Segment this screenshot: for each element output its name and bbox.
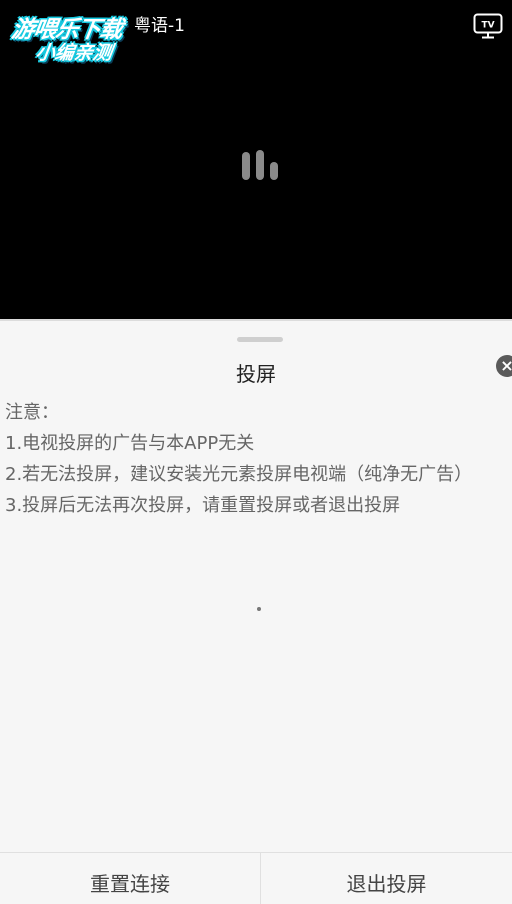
loading-bars-icon xyxy=(242,150,278,180)
action-bar: 重置连接 退出投屏 xyxy=(0,852,512,904)
watermark-logo: 游喂乐下载 小编亲测 xyxy=(8,10,158,68)
close-icon[interactable]: × xyxy=(496,355,512,377)
note-item: 1.电视投屏的广告与本APP无关 xyxy=(5,433,255,454)
video-player[interactable]: 粤语-1 游喂乐下载 小编亲测 TV xyxy=(0,0,512,319)
screen: 粤语-1 游喂乐下载 小编亲测 TV 投屏 × 注意： 1.电视投屏的广告与本A… xyxy=(0,0,512,904)
loading-dot-icon xyxy=(257,607,261,611)
reset-connection-button[interactable]: 重置连接 xyxy=(0,853,260,904)
note-item: 3.投屏后无法再次投屏，请重置投屏或者退出投屏 xyxy=(5,495,401,516)
cast-sheet: 投屏 × 注意： 1.电视投屏的广告与本APP无关 2.若无法投屏，建议安装光元… xyxy=(0,319,512,904)
sheet-title: 投屏 xyxy=(236,362,276,386)
exit-cast-button[interactable]: 退出投屏 xyxy=(260,853,512,904)
tv-icon[interactable]: TV xyxy=(473,13,503,39)
notes-list: 注意： 1.电视投屏的广告与本APP无关 2.若无法投屏，建议安装光元素投屏电视… xyxy=(5,397,505,521)
close-button[interactable]: × xyxy=(496,355,512,377)
svg-text:TV: TV xyxy=(481,21,494,31)
watermark-line-2: 小编亲测 xyxy=(34,42,114,64)
drag-handle[interactable] xyxy=(237,337,283,342)
note-item: 2.若无法投屏，建议安装光元素投屏电视端（纯净无广告） xyxy=(5,464,473,485)
notes-heading: 注意： xyxy=(5,402,59,423)
